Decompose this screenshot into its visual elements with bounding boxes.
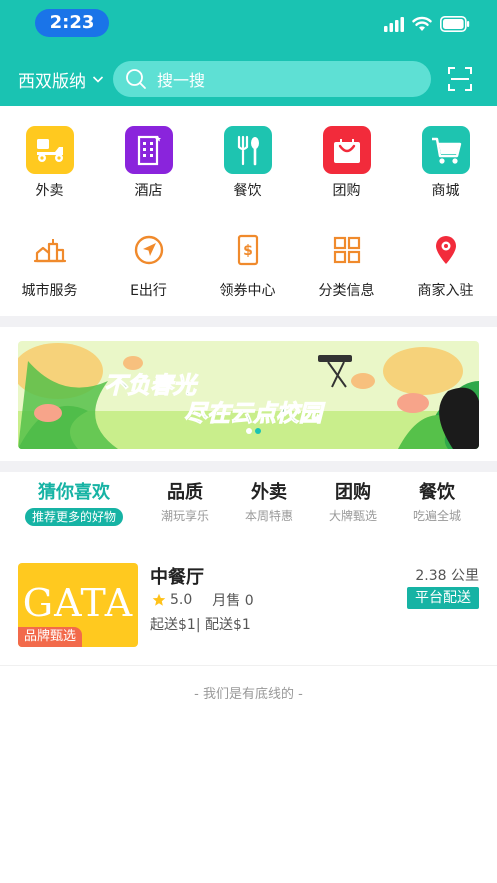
category-mall[interactable]: 商城 — [396, 126, 495, 200]
list-divider — [0, 665, 497, 666]
monthly-sales: 月售 0 — [212, 593, 254, 609]
category-label: 酒店 — [134, 183, 163, 199]
category-merchant-join[interactable]: 商家入驻 — [396, 226, 495, 300]
battery-icon — [440, 16, 470, 32]
location-pin-icon — [422, 226, 470, 274]
tab-dining[interactable]: 餐饮 吃遍全城 — [404, 480, 470, 524]
category-takeout[interactable]: 外卖 — [0, 126, 99, 200]
cellular-signal-icon — [384, 17, 404, 32]
tab-title: 品质 — [167, 482, 203, 503]
shop-rating: 5.0 月售 0 — [152, 590, 254, 610]
category-label: 团购 — [332, 183, 361, 199]
category-grid: 外卖 酒店 餐饮 团购 商城 城市服务 E出行 $ 领券中心 分类信息 商家入驻 — [0, 106, 497, 316]
shop-list-item[interactable]: GATA 品牌甄选 中餐厅 5.0 月售 0 起送$1| 配送$1 2.38 公… — [18, 563, 479, 647]
tab-subtitle: 潮玩享乐 — [160, 509, 209, 523]
fork-knife-icon — [223, 126, 272, 174]
shop-distance: 2.38 公里 — [415, 568, 479, 584]
rating-value: 5.0 — [170, 592, 193, 608]
category-label: 分类信息 — [318, 283, 375, 299]
tab-quality[interactable]: 品质 潮玩享乐 — [152, 480, 218, 524]
status-bar: 2:23 — [0, 0, 497, 46]
city-icon — [26, 226, 74, 274]
platform-delivery-badge: 平台配送 — [407, 587, 479, 609]
category-dining[interactable]: 餐饮 — [198, 126, 297, 200]
top-header: 2:23 西双版纳 搜一搜 — [0, 0, 497, 106]
banner-line1: 不负春光 — [104, 373, 199, 399]
category-label: 餐饮 — [233, 183, 262, 199]
tab-title: 外卖 — [251, 482, 287, 503]
category-label: 领券中心 — [219, 283, 276, 299]
tab-title: 猜你喜欢 — [38, 482, 110, 503]
banner-line2: 尽在云点校园 — [184, 401, 326, 427]
section-divider — [0, 461, 497, 472]
search-icon — [126, 69, 146, 89]
shop-thumbnail: GATA 品牌甄选 — [18, 563, 138, 647]
category-groupbuy[interactable]: 团购 — [297, 126, 396, 200]
category-hotel[interactable]: 酒店 — [99, 126, 198, 200]
tab-subtitle: 大牌甄选 — [328, 509, 377, 523]
shopping-bag-icon — [322, 126, 371, 174]
tab-subtitle: 本周特惠 — [244, 509, 293, 523]
app-screen: 2:23 西双版纳 搜一搜 外卖 酒店 餐饮 团购 商城 城市服务 E出行 $ … — [0, 0, 497, 883]
search-placeholder: 搜一搜 — [157, 71, 206, 90]
grid-icon — [323, 226, 371, 274]
category-label: 商城 — [431, 183, 460, 199]
cart-icon — [421, 126, 470, 174]
delivery-fees: 起送$1| 配送$1 — [150, 617, 251, 633]
compass-icon — [125, 226, 173, 274]
chevron-down-icon — [92, 76, 104, 83]
city-selector[interactable]: 西双版纳 — [18, 64, 104, 94]
category-label: E出行 — [130, 283, 167, 299]
star-icon — [152, 593, 166, 606]
tab-title: 餐饮 — [419, 482, 455, 503]
category-coupon-center[interactable]: $ 领券中心 — [198, 226, 297, 300]
hotel-icon — [124, 126, 173, 174]
tab-takeout[interactable]: 外卖 本周特惠 — [236, 480, 302, 524]
category-e-travel[interactable]: E出行 — [99, 226, 198, 300]
tab-groupbuy[interactable]: 团购 大牌甄选 — [320, 480, 386, 524]
category-label: 商家入驻 — [417, 283, 474, 299]
shop-logo-text: GATA — [22, 581, 134, 625]
section-divider — [0, 316, 497, 327]
tab-recommended[interactable]: 猜你喜欢 推荐更多的好物 — [18, 480, 130, 526]
spring-banner-illustration: 不负春光 尽在云点校园 — [18, 341, 479, 449]
brand-tag: 品牌甄选 — [18, 627, 83, 647]
status-time: 2:23 — [35, 9, 109, 37]
city-name: 西双版纳 — [18, 71, 86, 92]
category-label: 外卖 — [35, 183, 64, 199]
category-classified-info[interactable]: 分类信息 — [297, 226, 396, 300]
tab-subtitle: 吃遍全城 — [412, 509, 461, 523]
end-of-list-text: - 我们是有底线的 - — [194, 687, 303, 702]
promo-banner[interactable]: 不负春光 尽在云点校园 — [18, 341, 479, 449]
wifi-icon — [412, 16, 432, 31]
category-city-service[interactable]: 城市服务 — [0, 226, 99, 300]
coupon-icon: $ — [224, 226, 272, 274]
scan-icon[interactable] — [447, 66, 473, 92]
feed-tabs: 猜你喜欢 推荐更多的好物 品质 潮玩享乐 外卖 本周特惠 团购 大牌甄选 餐饮 … — [0, 480, 497, 530]
tab-subtitle: 推荐更多的好物 — [24, 508, 123, 526]
tab-title: 团购 — [335, 482, 371, 503]
category-label: 城市服务 — [21, 283, 78, 299]
shop-name: 中餐厅 — [150, 567, 204, 588]
svg-text:$: $ — [243, 243, 253, 259]
search-input[interactable]: 搜一搜 — [113, 61, 431, 97]
scooter-icon — [25, 126, 74, 174]
